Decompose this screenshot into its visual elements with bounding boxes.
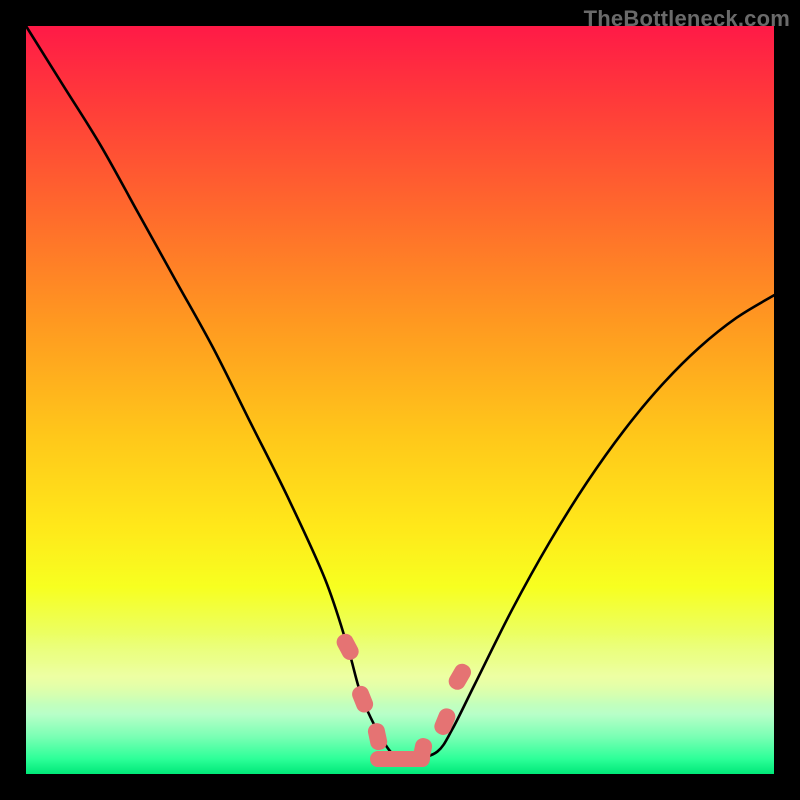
plot-area <box>26 26 774 774</box>
curve-marker <box>334 631 362 663</box>
bottleneck-curve <box>26 26 774 760</box>
curve-marker <box>366 722 388 752</box>
curve-marker <box>350 683 376 714</box>
curve-svg <box>26 26 774 774</box>
curve-marker <box>432 706 458 737</box>
chart-stage: TheBottleneck.com <box>0 0 800 800</box>
curve-marker <box>446 661 474 693</box>
markers-group <box>334 631 474 767</box>
